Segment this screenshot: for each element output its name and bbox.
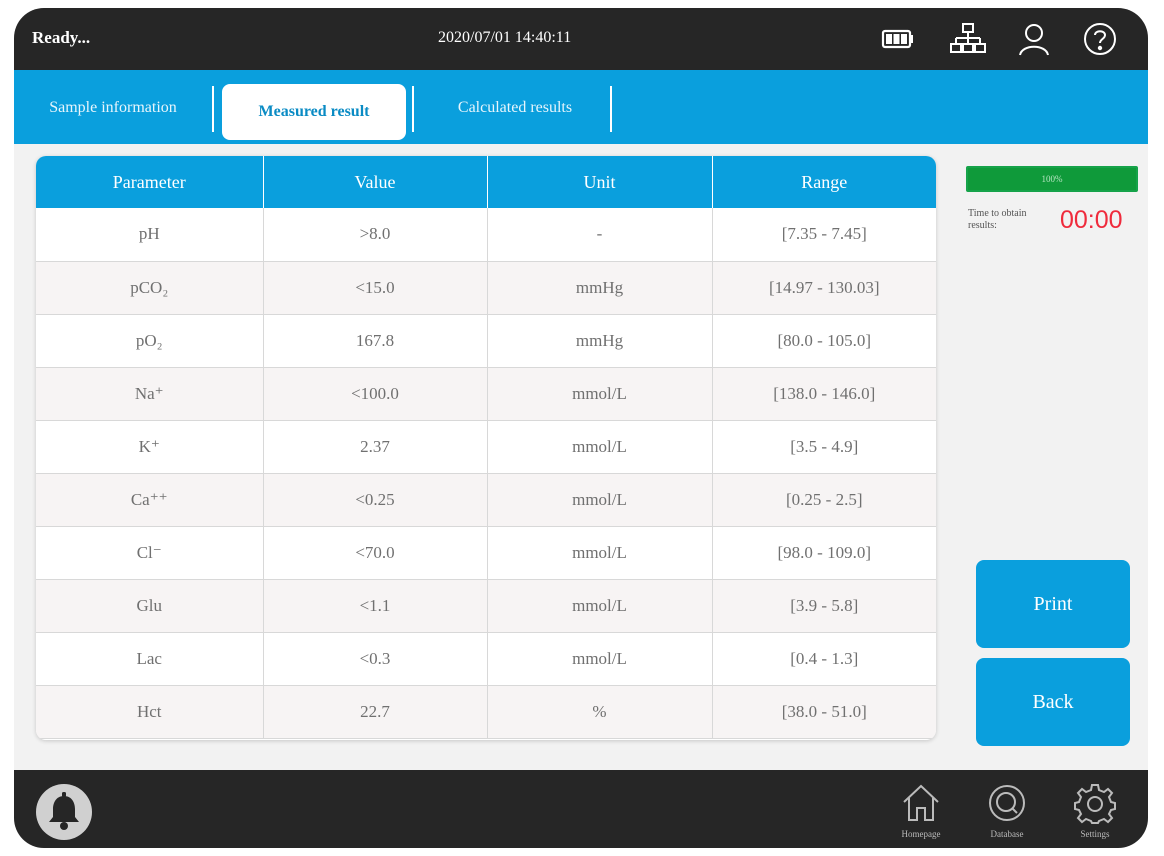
tab-divider xyxy=(610,86,612,132)
value-cell: 167.8 xyxy=(263,314,488,368)
value-cell: >8.0 xyxy=(263,208,488,262)
table-row: Hct 22.7 % [38.0 - 51.0] xyxy=(36,685,936,739)
value-cell: <1.1 xyxy=(263,579,488,633)
table-row: Cl⁻ <70.0 mmol/L [98.0 - 109.0] xyxy=(36,526,936,580)
unit-cell: - xyxy=(487,208,713,262)
table-row: Na⁺ <100.0 mmol/L [138.0 - 146.0] xyxy=(36,367,936,421)
unit-cell: mmol/L xyxy=(487,367,713,421)
table-row: Glu <1.1 mmol/L [3.9 - 5.8] xyxy=(36,579,936,633)
value-cell: <15.0 xyxy=(263,261,488,315)
nav-settings[interactable]: Settings xyxy=(1060,782,1130,848)
nav-homepage[interactable]: Homepage xyxy=(886,782,956,848)
date-time: 2020/07/01 14:40:11 xyxy=(438,29,572,46)
range-cell: [3.9 - 5.8] xyxy=(712,579,936,633)
column-header-range: Range xyxy=(712,156,936,208)
help-icon[interactable] xyxy=(1082,22,1118,56)
nav-label-homepage: Homepage xyxy=(901,829,941,839)
unit-cell: mmol/L xyxy=(487,526,713,580)
column-header-unit: Unit xyxy=(487,156,713,208)
parameter-cell: K⁺ xyxy=(36,420,264,474)
parameter-cell: Ca⁺⁺ xyxy=(36,473,264,527)
table-header-row: Parameter Value Unit Range xyxy=(36,156,936,208)
range-cell: [0.25 - 2.5] xyxy=(712,473,936,527)
alarm-bell-icon[interactable] xyxy=(36,784,92,840)
value-cell: <100.0 xyxy=(263,367,488,421)
time-to-result-value: 00:00 xyxy=(1060,206,1123,234)
table-row: Lac <0.3 mmol/L [0.4 - 1.3] xyxy=(36,632,936,686)
value-cell: <0.3 xyxy=(263,632,488,686)
home-icon xyxy=(903,784,939,821)
column-header-value: Value xyxy=(263,156,488,208)
tab-bar: Sample information Measured result Calcu… xyxy=(14,70,1148,144)
range-cell: [3.5 - 4.9] xyxy=(712,420,936,474)
parameter-cell: Glu xyxy=(36,579,264,633)
top-status-bar: Ready... 2020/07/01 14:40:11 xyxy=(14,8,1148,70)
table-row: pH >8.0 - [7.35 - 7.45] xyxy=(36,208,936,262)
table-row: pO₂ 167.8 mmHg [80.0 - 105.0] xyxy=(36,314,936,368)
range-cell: [80.0 - 105.0] xyxy=(712,314,936,368)
bottom-nav-bar: Homepage Database Settings xyxy=(14,770,1148,848)
parameter-cell: Lac xyxy=(36,632,264,686)
nav-database[interactable]: Database xyxy=(972,782,1042,848)
value-cell: <70.0 xyxy=(263,526,488,580)
network-icon[interactable] xyxy=(950,22,986,56)
database-icon xyxy=(989,785,1025,821)
value-cell: 2.37 xyxy=(263,420,488,474)
progress-bar: 100% xyxy=(966,166,1138,192)
unit-cell: mmol/L xyxy=(487,473,713,527)
nav-label-settings: Settings xyxy=(1080,829,1110,839)
parameter-cell: Hct xyxy=(36,685,264,739)
time-to-result-label: Time to obtain results: xyxy=(968,208,1027,231)
user-icon[interactable] xyxy=(1016,22,1052,56)
back-button[interactable]: Back xyxy=(976,658,1130,746)
table-row: K⁺ 2.37 mmol/L [3.5 - 4.9] xyxy=(36,420,936,474)
progress-label: 100% xyxy=(1041,174,1063,184)
value-cell: 22.7 xyxy=(263,685,488,739)
range-cell: [14.97 - 130.03] xyxy=(712,261,936,315)
results-table: Parameter Value Unit Range pH >8.0 - [7.… xyxy=(36,156,936,740)
status-text: Ready... xyxy=(32,28,91,47)
unit-cell: % xyxy=(487,685,713,739)
analyzer-screen: Ready... 2020/07/01 14:40:11 Sample info… xyxy=(14,8,1148,848)
parameter-cell: Cl⁻ xyxy=(36,526,264,580)
tab-calculated-results[interactable]: Calculated results xyxy=(422,86,608,130)
battery-icon xyxy=(880,22,916,56)
print-button[interactable]: Print xyxy=(976,560,1130,648)
tab-sample-information[interactable]: Sample information xyxy=(20,86,206,130)
range-cell: [0.4 - 1.3] xyxy=(712,632,936,686)
parameter-cell: Na⁺ xyxy=(36,367,264,421)
unit-cell: mmol/L xyxy=(487,579,713,633)
range-cell: [7.35 - 7.45] xyxy=(712,208,936,262)
value-cell: <0.25 xyxy=(263,473,488,527)
range-cell: [38.0 - 51.0] xyxy=(712,685,936,739)
nav-label-database: Database xyxy=(990,829,1024,839)
parameter-cell: pCO₂ xyxy=(36,261,264,315)
parameter-cell: pO₂ xyxy=(36,314,264,368)
unit-cell: mmol/L xyxy=(487,632,713,686)
table-row: Ca⁺⁺ <0.25 mmol/L [0.25 - 2.5] xyxy=(36,473,936,527)
tab-divider xyxy=(212,86,214,132)
tab-divider xyxy=(412,86,414,132)
tab-measured-result[interactable]: Measured result xyxy=(222,84,406,140)
settings-icon xyxy=(1074,784,1116,824)
unit-cell: mmHg xyxy=(487,261,713,315)
column-header-parameter: Parameter xyxy=(36,156,264,208)
table-row: pCO₂ <15.0 mmHg [14.97 - 130.03] xyxy=(36,261,936,315)
range-cell: [98.0 - 109.0] xyxy=(712,526,936,580)
range-cell: [138.0 - 146.0] xyxy=(712,367,936,421)
unit-cell: mmol/L xyxy=(487,420,713,474)
parameter-cell: pH xyxy=(36,208,264,262)
unit-cell: mmHg xyxy=(487,314,713,368)
